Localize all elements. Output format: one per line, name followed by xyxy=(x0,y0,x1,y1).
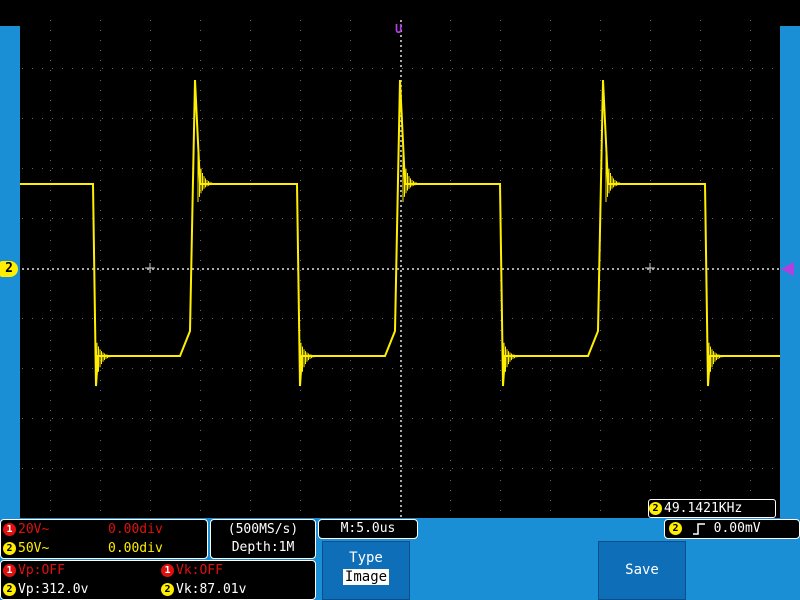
ch2-badge-icon: 2 xyxy=(3,542,16,555)
ch1-vp-value: Vp:OFF xyxy=(18,563,65,578)
ch2-vp-value: Vp:312.0v xyxy=(18,582,89,597)
ch2-ground-marker[interactable]: 2 xyxy=(0,261,18,277)
ch1-badge-icon: 1 xyxy=(3,564,16,577)
ch2-badge-icon: 2 xyxy=(3,583,16,596)
ch1-badge-icon: 1 xyxy=(161,564,174,577)
frequency-readout: 2 49.1421KHz xyxy=(648,499,776,518)
trigger-readout[interactable]: 2 0.00mV xyxy=(664,519,800,539)
type-value: Image xyxy=(342,569,390,585)
type-menu-button[interactable]: Type Image xyxy=(322,541,410,600)
trigger-level-arrow-icon[interactable] xyxy=(781,262,794,276)
ch1-vp-measure: 1 Vp:OFF xyxy=(3,563,65,578)
ch2-vp-measure: 2 Vp:312.0v xyxy=(3,582,88,597)
ch1-settings-row[interactable]: 1 20V~ xyxy=(3,522,49,537)
rising-edge-icon xyxy=(692,522,705,535)
ch1-vk-value: Vk:OFF xyxy=(176,563,223,578)
ch2-badge-icon: 2 xyxy=(649,502,662,515)
ch2-settings-row[interactable]: 2 50V~ xyxy=(3,541,49,556)
sample-rate: (500MS/s) xyxy=(227,522,299,537)
ch2-scale: 50V~ xyxy=(18,541,50,556)
memory-depth: Depth:1M xyxy=(231,540,295,555)
measurement-panel: 1 Vp:OFF 1 Vk:OFF 2 Vp:312.0v 2 Vk:87.01v xyxy=(0,560,316,600)
timebase-readout[interactable]: M:5.0us xyxy=(318,519,418,539)
save-button[interactable]: Save xyxy=(598,541,686,600)
ch2-vk-value: Vk:87.01v xyxy=(176,582,247,597)
ch1-vk-measure: 1 Vk:OFF xyxy=(161,563,223,578)
channel-settings-panel: 1 20V~ 0.00div 2 50V~ 0.00div xyxy=(0,519,208,559)
ch1-scale: 20V~ xyxy=(18,522,50,537)
ch2-badge-icon: 2 xyxy=(161,583,174,596)
ch2-badge-icon: 2 xyxy=(669,522,682,535)
ch1-offset: 0.00div xyxy=(108,522,163,537)
trigger-level: 0.00mV xyxy=(713,521,761,536)
trigger-position-marker-icon[interactable]: U xyxy=(395,22,402,36)
ch1-badge-icon: 1 xyxy=(3,523,16,536)
acquisition-panel: (500MS/s) Depth:1M xyxy=(210,519,316,559)
ch2-offset: 0.00div xyxy=(108,541,163,556)
ch2-vk-measure: 2 Vk:87.01v xyxy=(161,582,246,597)
frequency-value: 49.1421KHz xyxy=(664,501,743,516)
type-label: Type xyxy=(349,550,383,566)
